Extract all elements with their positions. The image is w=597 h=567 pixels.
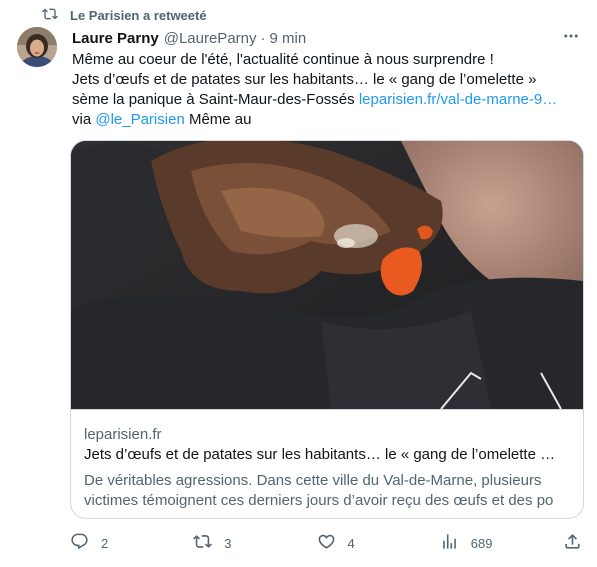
- author-name[interactable]: Laure Parny: [72, 30, 159, 47]
- share-button[interactable]: [563, 532, 582, 554]
- card-description-line: victimes témoignent ces derniers jours d…: [84, 492, 554, 509]
- more-options-button[interactable]: [561, 28, 581, 48]
- avatar[interactable]: [17, 27, 57, 67]
- views-count: 689: [470, 535, 493, 551]
- retweet-count: 3: [224, 535, 232, 551]
- author-handle[interactable]: @LaureParny: [164, 30, 257, 47]
- tweet-text-segment: sème la panique à Saint-Maur-des-Fossés: [72, 91, 359, 108]
- card-image[interactable]: [71, 141, 583, 410]
- retweet-context[interactable]: Le Parisien a retweeté: [42, 6, 207, 24]
- reply-count: 2: [101, 535, 109, 551]
- tweet-actions: 2 3 4 689: [70, 531, 582, 555]
- tweet-header: Laure Parny @LaureParny · 9 min: [72, 28, 581, 48]
- retweet-icon: [42, 6, 58, 25]
- retweet-button[interactable]: 3: [193, 532, 297, 554]
- card-title: Jets d’œufs et de patates sur les habita…: [84, 446, 556, 463]
- card-description-line: De véritables agressions. Dans cette vil…: [84, 472, 542, 489]
- retweet-context-label: Le Parisien a retweeté: [70, 7, 207, 23]
- reply-icon: [70, 532, 89, 554]
- mention-link[interactable]: @le_Parisien: [95, 111, 184, 128]
- card-description: De véritables agressions. Dans cette vil…: [84, 471, 570, 511]
- card-domain: leparisien.fr: [84, 426, 162, 443]
- tweet-text-line: via @le_Parisien Même au: [72, 110, 582, 130]
- retweet-icon: [193, 532, 213, 554]
- tweet-text-line: sème la panique à Saint-Maur-des-Fossés …: [72, 90, 582, 110]
- analytics-icon: [440, 532, 459, 554]
- tweet-text-line: Même au coeur de l'été, l'actualité cont…: [72, 51, 494, 68]
- reply-button[interactable]: 2: [70, 532, 174, 554]
- like-count: 4: [347, 535, 355, 551]
- tweet-text: Même au coeur de l'été, l'actualité cont…: [72, 50, 582, 130]
- tweet-text-segment: via: [72, 111, 96, 128]
- like-button[interactable]: 4: [317, 532, 421, 554]
- tweet-text-line: Jets d’œufs et de patates sur les habita…: [72, 71, 537, 88]
- separator-dot: ·: [260, 29, 266, 47]
- heart-icon: [317, 532, 336, 554]
- views-button[interactable]: 689: [440, 532, 544, 554]
- more-dots-icon: [562, 27, 580, 50]
- share-icon: [563, 532, 582, 554]
- tweet-text-segment: Même au: [184, 111, 252, 128]
- tweet-timestamp[interactable]: 9 min: [270, 30, 307, 47]
- link-preview-card[interactable]: leparisien.fr Jets d’œufs et de patates …: [70, 140, 584, 519]
- card-body: leparisien.fr Jets d’œufs et de patates …: [84, 425, 570, 511]
- article-link[interactable]: leparisien.fr/val-de-marne-9…: [359, 91, 557, 108]
